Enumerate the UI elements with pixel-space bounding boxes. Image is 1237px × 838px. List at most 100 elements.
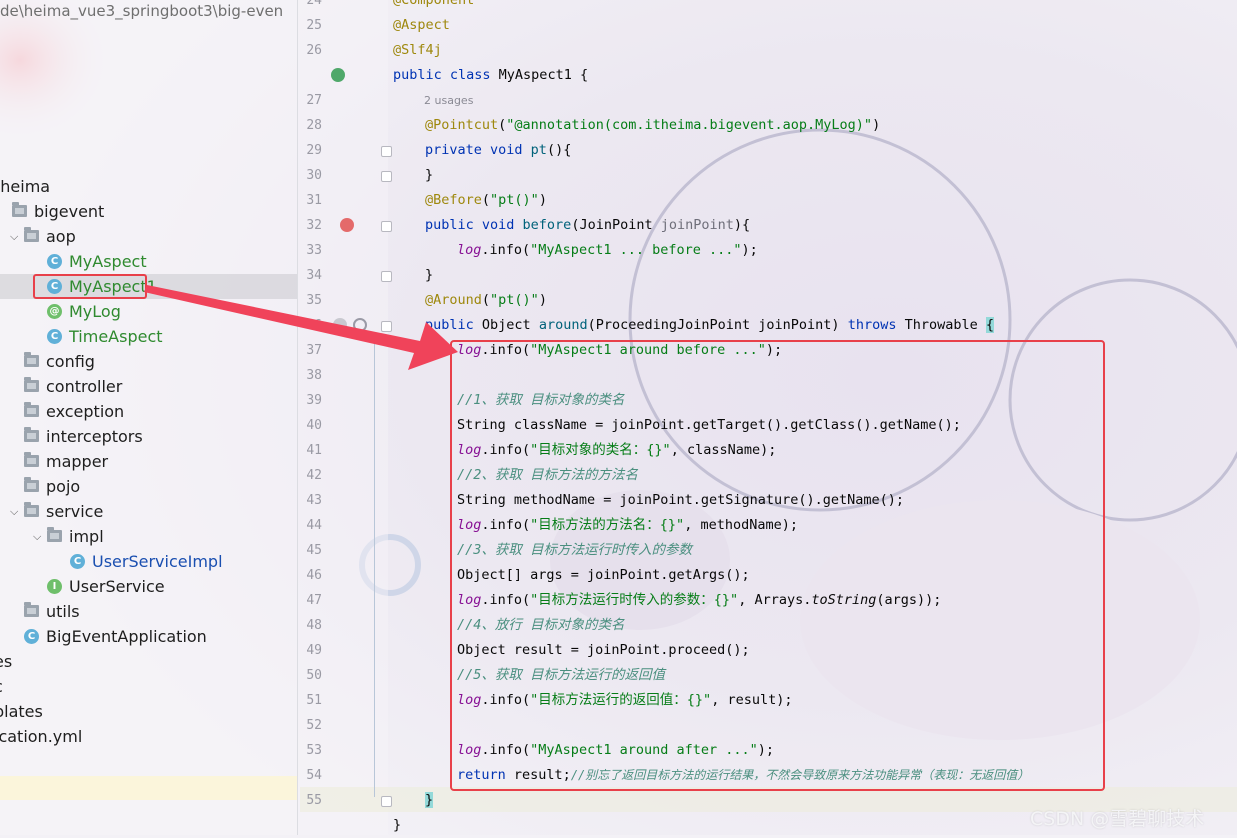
tree-item[interactable]: theima xyxy=(0,174,297,199)
fold-icon[interactable] xyxy=(381,171,392,182)
line-number: 33 xyxy=(306,243,322,258)
tree-item-label: es xyxy=(0,652,13,671)
code-line-29: private void pt(){ xyxy=(425,142,572,158)
folder-icon xyxy=(24,427,39,442)
code-line-55: } xyxy=(425,792,434,808)
aspect-gutter-icon[interactable] xyxy=(331,68,345,82)
code-line-35: @Around("pt()") xyxy=(425,292,547,308)
code-line-33: log.info("MyAspect1 ... before ..."); xyxy=(457,242,758,258)
line-number: 31 xyxy=(306,193,322,208)
tree-highlight-box xyxy=(33,274,147,299)
class-icon: C xyxy=(47,254,62,269)
tree-item-label: impl xyxy=(69,527,104,546)
class-icon: C xyxy=(47,329,62,344)
project-path: de\heima_vue3_springboot3\big-even xyxy=(0,2,284,20)
tree-item-label: config xyxy=(46,352,95,371)
tree-item[interactable]: ication.yml xyxy=(0,724,297,749)
interface-icon: I xyxy=(47,579,62,594)
tree-item[interactable]: ⌵ impl xyxy=(0,524,297,549)
code-highlight-box xyxy=(450,340,1105,791)
line-number: 43 xyxy=(306,493,322,508)
tree-item-label: exception xyxy=(46,402,125,421)
line-number: 41 xyxy=(306,443,322,458)
tree-item[interactable]: controller xyxy=(0,374,297,399)
at-gutter-icon[interactable] xyxy=(353,318,367,332)
tree-item[interactable]: C MyAspect xyxy=(0,249,297,274)
tree-item-label: pojo xyxy=(46,477,81,496)
class-icon: C xyxy=(70,554,85,569)
class-icon: C xyxy=(24,629,39,644)
tree-item[interactable]: I UserService xyxy=(0,574,297,599)
tree-item[interactable]: C TimeAspect xyxy=(0,324,297,349)
tree-item-label: service xyxy=(46,502,104,521)
tree-item-label: plates xyxy=(0,702,43,721)
tree-item[interactable]: exception xyxy=(0,399,297,424)
watermark: CSDN @雪碧聊技术 xyxy=(1030,808,1205,830)
tree-item[interactable]: pojo xyxy=(0,474,297,499)
line-number: 26 xyxy=(306,43,322,58)
tree-item[interactable]: utils xyxy=(0,599,297,624)
line-number: 30 xyxy=(306,168,322,183)
tree-item-label: utils xyxy=(46,602,80,621)
line-number: 55 xyxy=(306,793,322,808)
tree-item[interactable]: interceptors xyxy=(0,424,297,449)
fold-icon[interactable] xyxy=(381,321,392,332)
folder-icon xyxy=(24,477,39,492)
tree-item-label: MyAspect xyxy=(69,252,147,271)
line-number: 40 xyxy=(306,418,322,433)
line-number: 35 xyxy=(306,293,322,308)
tree-item[interactable]: C UserServiceImpl xyxy=(0,549,297,574)
usages-hint[interactable]: 2 usages xyxy=(424,88,473,113)
tree-item[interactable]: ⌵ service xyxy=(0,499,297,524)
fold-icon[interactable] xyxy=(381,796,392,807)
line-number: 32 xyxy=(306,218,322,233)
folder-icon xyxy=(24,352,39,367)
fold-icon[interactable] xyxy=(381,146,392,157)
tree-item-label: BigEventApplication xyxy=(46,627,207,646)
line-number: 46 xyxy=(306,568,322,583)
fold-icon[interactable] xyxy=(381,271,392,282)
line-number: 36 xyxy=(306,318,322,333)
project-tree-panel: de\heima_vue3_springboot3\big-even theim… xyxy=(0,0,297,835)
line-number: 49 xyxy=(306,643,322,658)
code-line-28: @Pointcut("@annotation(com.itheima.bigev… xyxy=(425,117,881,133)
code-line-32: public void before(JoinPoint joinPoint){ xyxy=(425,217,751,233)
line-number: 27 xyxy=(306,93,322,108)
tree-item-label: controller xyxy=(46,377,123,396)
line-number: 54 xyxy=(306,768,322,783)
tree-item[interactable]: mapper xyxy=(0,449,297,474)
folder-icon xyxy=(24,227,39,242)
advice-gutter-icon[interactable] xyxy=(340,218,354,232)
line-number: 25 xyxy=(306,18,322,33)
folder-icon xyxy=(24,502,39,517)
folder-icon xyxy=(47,527,62,542)
chevron-down-icon[interactable]: ⌵ xyxy=(10,499,18,524)
tree-item[interactable]: c xyxy=(0,674,297,699)
line-number: 38 xyxy=(306,368,322,383)
tree-item[interactable]: bigevent xyxy=(0,199,297,224)
tree-item[interactable]: plates xyxy=(0,699,297,724)
folder-icon xyxy=(24,602,39,617)
tree-item[interactable]: @ MyLog xyxy=(0,299,297,324)
line-number: 50 xyxy=(306,668,322,683)
tree-item[interactable]: es xyxy=(0,649,297,674)
tree-item-label: ication.yml xyxy=(0,727,83,746)
tree-item-label: UserService xyxy=(69,577,165,596)
folder-icon xyxy=(24,377,39,392)
code-line-34: } xyxy=(425,267,434,283)
tree-highlight-row xyxy=(0,776,297,800)
chevron-down-icon[interactable]: ⌵ xyxy=(33,524,41,549)
tree-item[interactable]: config xyxy=(0,349,297,374)
tree-item[interactable]: ⌵ aop xyxy=(0,224,297,249)
indent-guide xyxy=(374,337,375,797)
advice-gutter-icon[interactable] xyxy=(333,318,347,332)
line-number: 34 xyxy=(306,268,322,283)
code-line-27: public class MyAspect1 { xyxy=(393,67,589,83)
fold-icon[interactable] xyxy=(381,221,392,232)
code-line-25: @Aspect xyxy=(393,17,450,33)
tree-item-label: bigevent xyxy=(34,202,105,221)
line-number: 44 xyxy=(306,518,322,533)
chevron-down-icon[interactable]: ⌵ xyxy=(10,224,18,249)
tree-item[interactable]: C BigEventApplication xyxy=(0,624,297,649)
code-line-36: public Object around(ProceedingJoinPoint… xyxy=(425,317,995,333)
